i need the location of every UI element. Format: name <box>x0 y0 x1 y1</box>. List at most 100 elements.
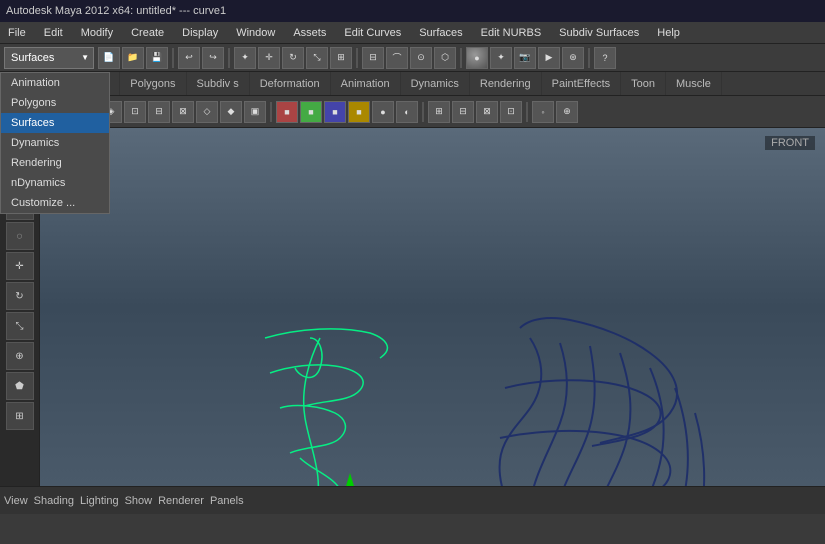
tb2-icon20[interactable]: ⊠ <box>476 101 498 123</box>
scale-icon[interactable]: ⤡ <box>306 47 328 69</box>
menu-surfaces[interactable]: Surfaces <box>415 25 466 41</box>
tb2-icon7[interactable]: ⊟ <box>148 101 170 123</box>
undo-icon[interactable]: ↩ <box>178 47 200 69</box>
menu-display[interactable]: Display <box>178 25 222 41</box>
tb2-icon6[interactable]: ⊡ <box>124 101 146 123</box>
dropdown-item-animation[interactable]: Animation <box>1 73 109 93</box>
tab-painteffects[interactable]: PaintEffects <box>542 72 622 96</box>
scale-tool[interactable]: ⤡ <box>6 312 34 340</box>
dropdown-item-dynamics[interactable]: Dynamics <box>1 133 109 153</box>
move-tool[interactable]: ✛ <box>6 252 34 280</box>
dropdown-item-ndynamics[interactable]: nDynamics <box>1 173 109 193</box>
tab-muscle[interactable]: Muscle <box>666 72 722 96</box>
toolbar2: ⊕ ◎ ⊞ ⬛ ◈ ⊡ ⊟ ⊠ ◇ ◆ ▣ ■ ■ ■ ■ ● ◐ ⊞ ⊟ ⊠ … <box>0 96 825 128</box>
universal-tool[interactable]: ⊕ <box>6 342 34 370</box>
tb2-icon21[interactable]: ⊡ <box>500 101 522 123</box>
menu-create[interactable]: Create <box>127 25 168 41</box>
tb2-icon10[interactable]: ◆ <box>220 101 242 123</box>
module-row: Surfaces ▼ AnimationPolygonsSurfacesDyna… <box>0 44 825 72</box>
tb2-icon19[interactable]: ⊟ <box>452 101 474 123</box>
menu-edit-curves[interactable]: Edit Curves <box>340 25 405 41</box>
tab-animation[interactable]: Animation <box>331 72 401 96</box>
separator2 <box>228 48 230 68</box>
tb2-icon14[interactable]: ■ <box>324 101 346 123</box>
lattice-tool[interactable]: ⊞ <box>6 402 34 430</box>
tb2-sep3 <box>526 102 528 122</box>
tab-deformation[interactable]: Deformation <box>250 72 331 96</box>
show-manip-icon[interactable]: ⊞ <box>330 47 352 69</box>
open-icon[interactable]: 📁 <box>122 47 144 69</box>
tb2-icon16[interactable]: ● <box>372 101 394 123</box>
tb2-icon22[interactable]: ◦ <box>532 101 554 123</box>
viewport-view-label: FRONT <box>765 136 815 150</box>
select-icon[interactable]: ✦ <box>234 47 256 69</box>
rotate-icon[interactable]: ↻ <box>282 47 304 69</box>
tb2-sep2 <box>422 102 424 122</box>
light-icon[interactable]: ✦ <box>490 47 512 69</box>
render-icon[interactable]: ▶ <box>538 47 560 69</box>
grid <box>40 128 825 486</box>
view-menu-shading[interactable]: Shading <box>34 495 74 507</box>
sphere-icon[interactable]: ● <box>466 47 488 69</box>
view-toolbar: View Shading Lighting Show Renderer Panels <box>0 486 825 514</box>
menu-modify[interactable]: Modify <box>77 25 117 41</box>
tb2-icon9[interactable]: ◇ <box>196 101 218 123</box>
redo-icon[interactable]: ↪ <box>202 47 224 69</box>
lasso-tool[interactable]: ◌ <box>6 222 34 250</box>
separator4 <box>460 48 462 68</box>
menu-file[interactable]: File <box>4 25 30 41</box>
menu-help[interactable]: Help <box>653 25 684 41</box>
dropdown-item-surfaces[interactable]: Surfaces <box>1 113 109 133</box>
separator3 <box>356 48 358 68</box>
move-icon[interactable]: ✛ <box>258 47 280 69</box>
tab-rendering[interactable]: Rendering <box>470 72 542 96</box>
view-menu-panels[interactable]: Panels <box>210 495 244 507</box>
tb2-sep1 <box>270 102 272 122</box>
view-menu-lighting[interactable]: Lighting <box>80 495 119 507</box>
menu-edit-nurbs[interactable]: Edit NURBS <box>477 25 546 41</box>
tab-subdiv-s[interactable]: Subdiv s <box>187 72 250 96</box>
view-menu-renderer[interactable]: Renderer <box>158 495 204 507</box>
menu-bar: File Edit Modify Create Display Window Assets E… <box>0 22 825 44</box>
dropdown-item-polygons[interactable]: Polygons <box>1 93 109 113</box>
view-menu-view[interactable]: View <box>4 495 28 507</box>
title-text: Autodesk Maya 2012 x64: untitled* --- cu… <box>6 5 226 17</box>
tb2-icon17[interactable]: ◐ <box>396 101 418 123</box>
tb2-icon23[interactable]: ⊕ <box>556 101 578 123</box>
tab-dynamics[interactable]: Dynamics <box>401 72 470 96</box>
chevron-down-icon: ▼ <box>81 53 89 62</box>
snap-point-icon[interactable]: ⊙ <box>410 47 432 69</box>
dropdown-item-customize-[interactable]: Customize ... <box>1 193 109 213</box>
main-area: ↖ ↖ ✎ ◌ ✛ ↻ ⤡ ⊕ ⬟ ⊞ <box>0 128 825 486</box>
dropdown-item-rendering[interactable]: Rendering <box>1 153 109 173</box>
tb2-icon15[interactable]: ■ <box>348 101 370 123</box>
menu-edit[interactable]: Edit <box>40 25 67 41</box>
camera-icon[interactable]: 📷 <box>514 47 536 69</box>
menu-subdiv-surfaces[interactable]: Subdiv Surfaces <box>555 25 643 41</box>
tb2-icon12[interactable]: ■ <box>276 101 298 123</box>
view-menu-show[interactable]: Show <box>125 495 153 507</box>
tb2-icon18[interactable]: ⊞ <box>428 101 450 123</box>
ipr-icon[interactable]: ⊛ <box>562 47 584 69</box>
menu-window[interactable]: Window <box>232 25 279 41</box>
soft-mod-tool[interactable]: ⬟ <box>6 372 34 400</box>
title-bar: Autodesk Maya 2012 x64: untitled* --- cu… <box>0 0 825 22</box>
tab-toon[interactable]: Toon <box>621 72 666 96</box>
separator5 <box>588 48 590 68</box>
rotate-tool[interactable]: ↻ <box>6 282 34 310</box>
save-icon[interactable]: 💾 <box>146 47 168 69</box>
snap-surface-icon[interactable]: ⬡ <box>434 47 456 69</box>
tb2-icon13[interactable]: ■ <box>300 101 322 123</box>
snap-grid-icon[interactable]: ⊟ <box>362 47 384 69</box>
viewport[interactable]: FRONT <box>40 128 825 486</box>
help-icon[interactable]: ? <box>594 47 616 69</box>
tb2-icon8[interactable]: ⊠ <box>172 101 194 123</box>
new-icon[interactable]: 📄 <box>98 47 120 69</box>
tab-bar: CurvesSurfacesPolygonsSubdiv sDeformatio… <box>0 72 825 96</box>
separator1 <box>172 48 174 68</box>
menu-assets[interactable]: Assets <box>289 25 330 41</box>
snap-curve-icon[interactable]: ⌒ <box>386 47 408 69</box>
tb2-icon11[interactable]: ▣ <box>244 101 266 123</box>
module-dropdown[interactable]: Surfaces ▼ <box>4 47 94 69</box>
tab-polygons[interactable]: Polygons <box>120 72 186 96</box>
